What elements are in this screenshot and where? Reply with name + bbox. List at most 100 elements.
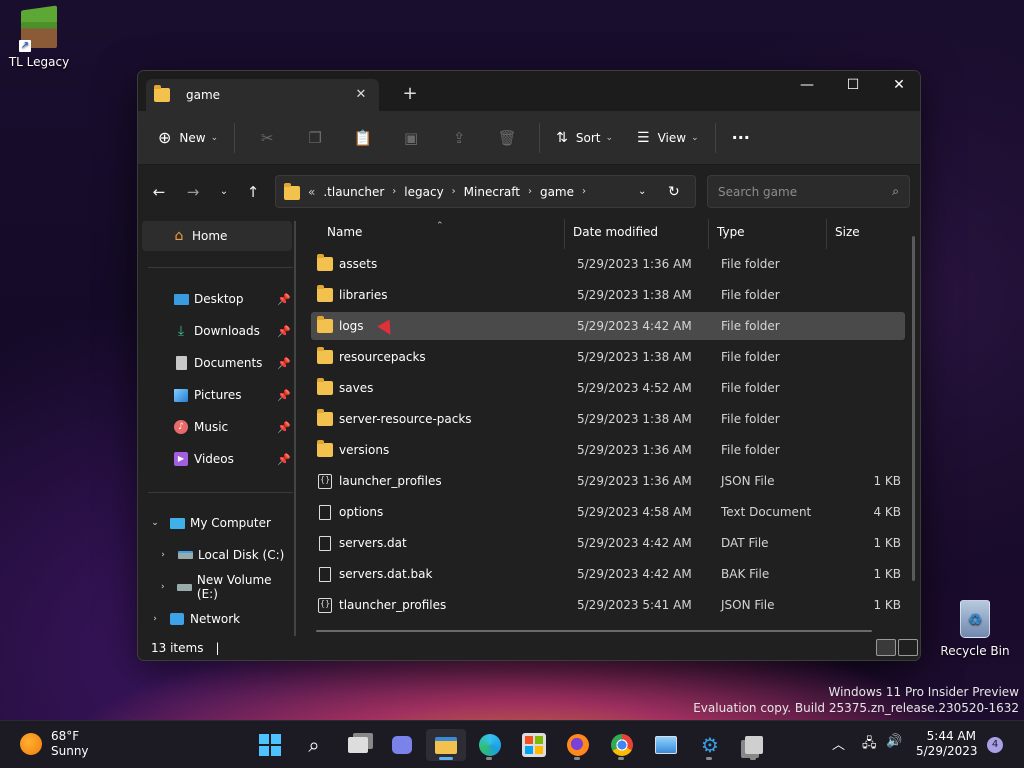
view-button[interactable]: ☰ View ⌄ <box>629 120 707 156</box>
desktop-icon-recycle-bin[interactable]: ♻ Recycle Bin <box>937 596 1013 658</box>
sort-button[interactable]: ⇅ Sort ⌄ <box>548 120 621 156</box>
installer-taskbar-button[interactable] <box>734 729 774 761</box>
store-icon <box>522 733 546 757</box>
back-arrow-icon[interactable]: ← <box>146 179 172 205</box>
file-row-selected[interactable]: logs 5/29/2023 4:42 AM File folder <box>311 312 905 340</box>
large-icons-view-icon[interactable] <box>898 639 918 656</box>
nav-item-my-computer[interactable]: ⌄ My Computer <box>138 508 293 538</box>
file-type: File folder <box>721 288 780 302</box>
rename-icon[interactable]: ▣ <box>399 126 423 150</box>
address-history-dropdown-icon[interactable]: ⌄ <box>638 186 646 197</box>
overflow-icon[interactable]: « <box>308 185 315 199</box>
file-row[interactable]: assets 5/29/2023 1:36 AM File folder <box>311 250 905 278</box>
file-row[interactable]: libraries 5/29/2023 1:38 AM File folder <box>311 281 905 309</box>
breadcrumb-tlauncher[interactable]: .tlauncher <box>323 185 384 199</box>
file-row[interactable]: resourcepacks 5/29/2023 1:38 AM File fol… <box>311 343 905 371</box>
cut-icon[interactable]: ✂ <box>255 126 279 150</box>
network-status-icon[interactable]: 🖧 <box>862 734 877 756</box>
column-header-date[interactable]: Date modified <box>565 219 709 249</box>
horizontal-scrollbar[interactable] <box>316 630 872 632</box>
share-icon[interactable]: ⇪ <box>447 126 471 150</box>
nav-item-new-volume-e[interactable]: › New Volume (E:) <box>138 572 293 602</box>
details-view-icon[interactable] <box>876 639 896 656</box>
delete-icon[interactable]: 🗑 <box>495 126 519 150</box>
chevron-right-icon[interactable]: › <box>528 186 532 197</box>
paste-icon[interactable]: 📋 <box>351 126 375 150</box>
file-row[interactable]: servers.dat 5/29/2023 4:42 AM DAT File 1… <box>311 529 905 557</box>
breadcrumb-legacy[interactable]: legacy <box>404 185 443 199</box>
notification-badge[interactable]: 4 <box>987 737 1003 753</box>
tab-game[interactable]: game ✕ <box>146 79 379 111</box>
close-button[interactable]: ✕ <box>876 71 920 101</box>
photos-taskbar-button[interactable] <box>646 729 686 761</box>
nav-item-downloads[interactable]: ⤓ Downloads 📌 <box>138 316 293 346</box>
breadcrumb-minecraft[interactable]: Minecraft <box>464 185 520 199</box>
refresh-icon[interactable]: ↻ <box>668 184 680 200</box>
address-bar[interactable]: « .tlauncher › legacy › Minecraft › game… <box>275 175 696 208</box>
start-button[interactable] <box>250 729 290 761</box>
nav-item-music[interactable]: ♪ Music 📌 <box>138 412 293 442</box>
chevron-right-icon[interactable]: › <box>582 186 586 197</box>
edge-taskbar-button[interactable] <box>470 729 510 761</box>
nav-item-desktop[interactable]: Desktop 📌 <box>138 284 293 314</box>
new-button[interactable]: ⊕ New ⌄ <box>150 120 226 156</box>
file-row[interactable]: servers.dat.bak 5/29/2023 4:42 AM BAK Fi… <box>311 560 905 588</box>
nav-item-home[interactable]: ⌂ Home <box>142 221 292 251</box>
clock-date: 5/29/2023 <box>916 744 978 758</box>
nav-item-pictures[interactable]: Pictures 📌 <box>138 380 293 410</box>
firefox-taskbar-button[interactable] <box>558 729 598 761</box>
firefox-icon <box>567 734 589 756</box>
volume-icon[interactable]: 🔊 <box>886 734 902 749</box>
clock[interactable]: 5:44 AM 5/29/2023 <box>916 729 978 759</box>
photos-icon <box>655 736 677 754</box>
file-row[interactable]: server-resource-packs 5/29/2023 1:38 AM … <box>311 405 905 433</box>
column-header-name[interactable]: ⌃ Name <box>303 219 565 249</box>
copy-icon[interactable]: ❐ <box>303 126 327 150</box>
vertical-scrollbar[interactable] <box>912 236 915 581</box>
nav-item-videos[interactable]: ▶ Videos 📌 <box>138 444 293 474</box>
teams-chat-button[interactable] <box>382 729 422 761</box>
chevron-right-icon[interactable]: › <box>452 186 456 197</box>
file-explorer-taskbar-button[interactable] <box>426 729 466 761</box>
chevron-right-icon[interactable]: › <box>392 186 396 197</box>
show-hidden-icons-chevron-icon[interactable]: ︿ <box>832 734 845 753</box>
file-type: BAK File <box>721 567 770 581</box>
chevron-right-icon[interactable]: › <box>148 614 162 624</box>
new-tab-button[interactable]: + <box>398 83 422 107</box>
file-row[interactable]: tlauncher_profiles 5/29/2023 5:41 AM JSO… <box>311 591 905 619</box>
task-view-button[interactable] <box>338 729 378 761</box>
search-taskbar-button[interactable]: ⌕ <box>294 729 334 761</box>
column-header-type[interactable]: Type <box>709 219 827 249</box>
chevron-right-icon[interactable]: › <box>156 550 170 560</box>
file-row[interactable]: saves 5/29/2023 4:52 AM File folder <box>311 374 905 402</box>
desktop-icon-tl-legacy[interactable]: ↗ TL Legacy <box>1 5 77 69</box>
file-row[interactable]: options 5/29/2023 4:58 AM Text Document … <box>311 498 905 526</box>
nav-label: Videos <box>194 452 234 466</box>
chevron-down-icon[interactable]: ⌄ <box>148 518 162 528</box>
nav-item-network[interactable]: › Network <box>138 604 293 634</box>
downloads-icon: ⤓ <box>177 323 185 339</box>
navigation-scrollbar[interactable] <box>294 221 296 636</box>
tab-close-icon[interactable]: ✕ <box>349 83 373 107</box>
up-arrow-icon[interactable]: ↑ <box>240 179 266 205</box>
file-row[interactable]: versions 5/29/2023 1:36 AM File folder <box>311 436 905 464</box>
minimize-button[interactable]: — <box>784 71 830 101</box>
nav-item-documents[interactable]: Documents 📌 <box>138 348 293 378</box>
store-taskbar-button[interactable] <box>514 729 554 761</box>
recent-locations-icon[interactable]: ⌄ <box>211 179 237 205</box>
drive-icon <box>176 579 193 595</box>
more-options-button[interactable]: ··· <box>724 120 758 156</box>
app-taskbar-button[interactable]: ⚙ <box>690 729 730 761</box>
nav-divider <box>148 267 293 268</box>
chevron-right-icon[interactable]: › <box>156 582 170 592</box>
weather-widget[interactable]: 68°F Sunny <box>20 729 89 759</box>
search-box[interactable]: ⌕ <box>707 175 910 208</box>
breadcrumb-game[interactable]: game <box>540 185 574 199</box>
column-header-size[interactable]: Size <box>827 219 915 249</box>
chrome-taskbar-button[interactable] <box>602 729 642 761</box>
file-row[interactable]: launcher_profiles 5/29/2023 1:36 AM JSON… <box>311 467 905 495</box>
search-input[interactable] <box>718 184 893 199</box>
maximize-button[interactable]: ☐ <box>830 71 876 101</box>
nav-item-local-disk-c[interactable]: › Local Disk (C:) <box>138 540 293 570</box>
forward-arrow-icon[interactable]: → <box>180 179 206 205</box>
